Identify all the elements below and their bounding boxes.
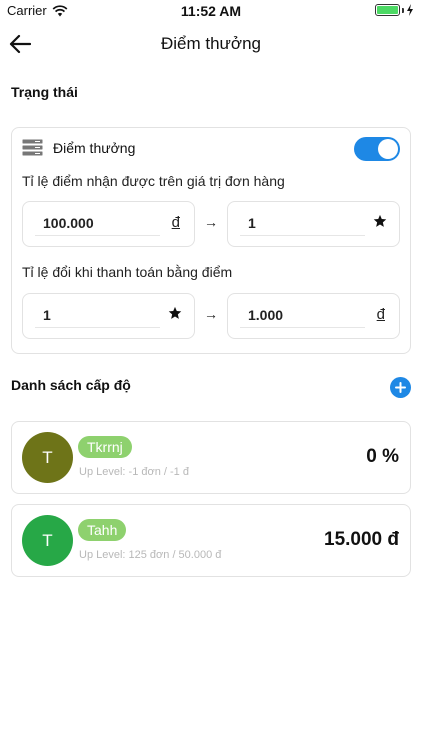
reward-settings-card: Điểm thưởng Tỉ lệ điểm nhận được trên gi… [11,127,411,354]
currency-unit: đ [171,214,180,231]
redeem-points-value: 1 [43,307,51,323]
star-icon [373,214,387,227]
earn-amount-input[interactable]: 100.000 đ [22,201,195,247]
levels-section-title: Danh sách cấp độ [11,377,131,393]
charging-icon [407,4,413,16]
page-title: Điểm thưởng [160,34,261,53]
status-bar: Carrier 11:52 AM [0,0,422,22]
earn-rate-label: Tỉ lệ điểm nhận được trên giá trị đơn hà… [22,173,285,189]
star-icon [168,306,182,319]
level-avatar: T [22,515,73,566]
navigation-bar: Điểm thưởng [0,22,422,66]
level-item[interactable]: T Tahh Up Level: 125 đơn / 50.000 đ 15.0… [11,504,411,577]
reward-label: Điểm thưởng [53,139,136,156]
earn-points-value: 1 [248,215,256,231]
redeem-rate-label: Tỉ lệ đổi khi thanh toán bằng điểm [22,264,233,280]
level-name-badge: Tkrrnj [78,436,132,458]
status-section-title: Trạng thái [11,84,78,100]
level-discount-value: 15.000 đ [324,529,399,550]
toggle-knob [378,139,398,159]
redeem-arrow-icon: → [204,306,218,322]
earn-points-input[interactable]: 1 [227,201,400,247]
reward-toggle-row: Điểm thưởng [22,139,135,156]
reward-toggle[interactable] [354,137,400,161]
redeem-amount-value: 1.000 [248,307,284,323]
earn-arrow-icon: → [204,214,218,230]
level-avatar: T [22,432,73,483]
earn-amount-value: 100.000 [43,215,94,231]
redeem-points-input[interactable]: 1 [22,293,195,339]
level-name-badge: Tahh [78,519,127,541]
battery-icon [375,4,414,16]
level-up-requirement: Up Level: -1 đơn / -1 đ [79,466,189,478]
redeem-amount-input[interactable]: 1.000 đ [227,293,400,339]
currency-unit: đ [376,306,385,323]
server-icon [22,139,43,156]
level-discount-value: 0 % [366,446,399,467]
level-item[interactable]: T Tkrrnj Up Level: -1 đơn / -1 đ 0 % [11,421,411,494]
level-up-requirement: Up Level: 125 đơn / 50.000 đ [79,549,222,561]
plus-icon [395,382,406,393]
add-level-button[interactable] [390,377,411,398]
status-time: 11:52 AM [180,3,242,19]
